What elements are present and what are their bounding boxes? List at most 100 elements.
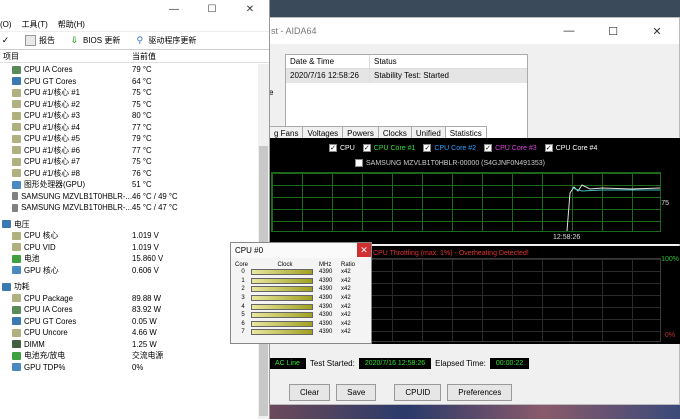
sensor-row[interactable]: CPU #1/核心 #2 75 °C [0,99,258,111]
save-button[interactable]: Save [336,384,377,401]
sensor-row[interactable]: SAMSUNG MZVLB1T0HBLR-... 46 °C / 49 °C [0,191,258,203]
sensor-row[interactable]: CPU #1/核心 #3 80 °C [0,110,258,122]
sensor-row[interactable]: CPU #1/核心 #7 75 °C [0,156,258,168]
menu-tools[interactable]: 工具(T) [22,19,48,30]
sensor-value: 80 °C [132,111,152,121]
sensor-list: CPU IA Cores 79 °C CPU GT Cores 64 °C CPU #1… [0,64,258,373]
legend-core4[interactable]: ✓ CPU Core #4 [544,144,597,152]
sensor-row[interactable]: GPU TDP% 0% [0,362,258,374]
graph-value-label: 75 [661,200,669,207]
sensor-row[interactable]: CPU 核心 1.019 V [0,230,258,242]
status-row[interactable]: 2020/7/16 12:58:26 Stability Test: Start… [286,69,527,83]
checkbox-icon[interactable]: ✓ [329,144,337,152]
sensor-row[interactable]: CPU GT Cores 64 °C [0,76,258,88]
clock-bar [251,303,313,310]
sensor-name: 图形处理器(GPU) [24,180,86,190]
sensor-row[interactable]: CPU Uncore 4.66 W [0,327,258,339]
legend-core3[interactable]: ✓ CPU Core #3 [484,144,537,152]
checkbox-icon[interactable]: ✓ [484,144,493,152]
column-value[interactable]: 当前值 [132,51,156,62]
cpuid-button[interactable]: CPUID [394,384,442,401]
menu-item[interactable]: (O) [0,20,12,29]
sensor-icon [12,266,21,275]
clock-bar [251,269,313,276]
sensor-name: CPU #1/核心 #7 [24,157,80,167]
sensor-name: CPU VID [24,242,56,252]
core-index: 2 [241,286,245,293]
report-icon [25,35,36,46]
sensor-icon [12,243,21,252]
close-icon[interactable]: ✕ [231,0,269,18]
sensor-value: 0% [132,362,144,372]
sensor-value: 1.019 V [132,231,159,241]
sensor-row[interactable]: 电池 15.860 V [0,253,258,265]
sensor-row[interactable]: CPU #1/核心 #4 77 °C [0,122,258,134]
battery-status: AC Line [269,358,306,369]
sensor-name: CPU #1/核心 #4 [24,122,80,132]
driver-update-button[interactable]: ⚲ 驱动程序更新 [134,35,197,46]
report-button[interactable]: 报告 [25,35,55,46]
sensor-row[interactable]: CPU #1/核心 #5 79 °C [0,133,258,145]
temperature-line [566,184,661,232]
checkmark-icon[interactable]: ✓ [0,35,11,46]
sensor-icon [12,65,21,74]
sensor-row[interactable]: DIMM 1.25 W [0,339,258,351]
sensor-row[interactable]: CPU #1/核心 #6 77 °C [0,145,258,157]
download-arrow-icon: ⇩ [70,35,79,45]
aida64-title: st - AIDA64 [271,26,317,36]
clock-bar [251,286,313,293]
sensor-row[interactable]: SAMSUNG MZVLB1T0HBLR-... 45 °C / 47 °C [0,202,258,214]
sensor-row[interactable]: 图形处理器(GPU) 51 °C [0,179,258,191]
sensor-row[interactable]: CPU Package 89.88 W [0,293,258,305]
close-icon[interactable]: ✕ [357,243,371,257]
sensor-value: 交流电源 [132,351,164,361]
maximize-icon[interactable]: ☐ [193,0,231,18]
status-text: Stability Test: Started [374,71,449,80]
legend-label: CPU Core #1 [373,144,416,152]
sensor-name: DIMM [24,339,45,349]
sensor-row[interactable]: CPU #1/核心 #8 76 °C [0,168,258,180]
legend-core1[interactable]: ✓ CPU Core #1 [362,144,416,152]
preferences-button[interactable]: Preferences [447,384,513,401]
close-icon[interactable]: ✕ [635,18,679,44]
menu-bar: (O) 工具(T) 帮助(H) [0,18,269,32]
core-index: 6 [241,320,245,327]
checkbox-icon[interactable]: ✓ [362,144,371,152]
sensor-row[interactable]: CPU IA Cores 79 °C [0,64,258,76]
checkbox-icon[interactable]: ✓ [423,144,432,152]
sensor-row[interactable]: CPU GT Cores 0.05 W [0,316,258,328]
sensor-group[interactable]: 功耗 [0,281,258,293]
sensor-row[interactable]: CPU VID 1.019 V [0,242,258,254]
bios-update-button[interactable]: ⇩ BIOS 更新 [69,35,121,46]
minimize-icon[interactable]: — [547,18,591,44]
legend-cpu[interactable]: ✓ CPU [329,144,355,152]
sensor-value: 75 °C [132,99,152,109]
sensor-row[interactable]: CPU IA Cores 83.92 W [0,304,258,316]
samsung-label: SAMSUNG MZVLB1T0HBLR-00000 (S4GJNF0N4913… [366,159,545,167]
sensor-row[interactable]: 电池充/放电 交流电源 [0,350,258,362]
legend-core2[interactable]: ✓ CPU Core #2 [423,144,476,152]
column-item[interactable]: 项目 [0,51,132,62]
core-mhz: 4390 [319,286,333,293]
sensor-value: 0.606 V [132,265,159,275]
sensor-icon [12,351,21,360]
menu-help[interactable]: 帮助(H) [58,19,85,30]
cpu0-core-row: 3 4390 x42 [231,294,371,303]
checkbox-icon[interactable]: ✓ [544,144,553,152]
sensor-value: 79 °C [132,134,152,144]
sensor-window: — ☐ ✕ (O) 工具(T) 帮助(H) ✓ 报告 ⇩ BIOS 更新 ⚲ 驱动程… [0,0,270,419]
core-index: 3 [241,295,245,302]
sensor-row[interactable]: GPU 核心 0.606 V [0,265,258,277]
sensor-row[interactable]: CPU #1/核心 #1 75 °C [0,87,258,99]
minimize-icon[interactable]: — [155,0,193,18]
core-mhz: 4390 [319,320,333,327]
legend-samsung[interactable]: SAMSUNG MZVLB1T0HBLR-00000 (S4GJNF0N4913… [355,159,545,167]
checkbox-icon[interactable] [355,159,363,167]
maximize-icon[interactable]: ☐ [591,18,635,44]
sensor-name-cell: CPU #1/核心 #2 [0,99,132,110]
cpu0-rows: 0 4390 x42 1 4390 x42 2 4390 x42 3 4390 x42 4 4390 x42… [231,268,371,337]
status-date: 2020/7/16 12:58:26 [286,69,370,83]
sensor-group[interactable]: 电压 [0,219,258,231]
driver-label: 驱动程序更新 [148,36,197,45]
clear-button[interactable]: Clear [289,384,331,401]
